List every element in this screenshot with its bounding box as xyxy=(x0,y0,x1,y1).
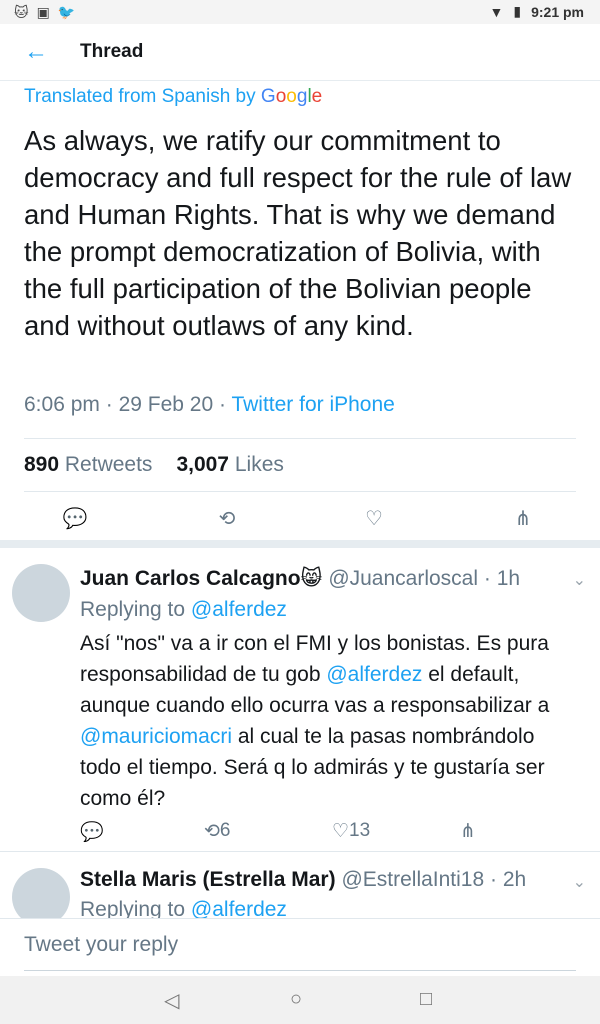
chevron-down-icon[interactable]: ⌄ xyxy=(573,570,586,590)
page-title: Thread xyxy=(80,41,144,62)
reply-composer[interactable]: Tweet your reply xyxy=(0,918,600,975)
tweet-text: As always, we ratify our commitment to d… xyxy=(24,125,572,341)
cat-icon: 🐱 xyxy=(14,4,29,20)
tweet-counts: 890 Retweets 3,007 Likes xyxy=(24,453,284,477)
reply-icon[interactable]: 💬 xyxy=(60,504,90,534)
twitter-icon: 🐦 xyxy=(57,4,76,20)
translated-label: Translated from Spanish by xyxy=(24,86,256,107)
retweets-count[interactable]: 890 Retweets xyxy=(24,453,152,477)
avatar[interactable] xyxy=(12,564,70,622)
like-button[interactable]: ♡ 13 xyxy=(332,820,370,843)
recents-nav-icon[interactable]: □ xyxy=(420,988,432,1011)
divider xyxy=(0,851,600,852)
reply-icon[interactable]: 💬 xyxy=(80,820,104,844)
divider xyxy=(24,438,576,439)
reply-text: Así "nos" va a ir con el FMI y los bonis… xyxy=(80,632,550,810)
chevron-down-icon[interactable]: ⌄ xyxy=(573,872,586,892)
tweet-actions: 💬 ⟲ ♡ ⋔ xyxy=(0,500,600,534)
reply-author[interactable]: Juan Carlos Calcagno😸 @Juancarloscal · 1… xyxy=(80,566,520,591)
system-nav-bar: ◁ ○ □ xyxy=(0,976,600,1024)
tweet-meta: 6:06 pm · 29 Feb 20 · Twitter for iPhone xyxy=(24,393,395,416)
translation-attribution[interactable]: Translated from Spanish by Google xyxy=(24,86,322,108)
divider xyxy=(24,491,576,492)
home-nav-icon[interactable]: ○ xyxy=(290,988,302,1011)
status-bar: 🐱 ▣ 🐦 ▼ ▮ 9:21 pm xyxy=(0,0,600,24)
likes-count[interactable]: 3,007 Likes xyxy=(176,453,283,477)
battery-icon: ▮ xyxy=(513,3,522,19)
tweet-source-link[interactable]: Twitter for iPhone xyxy=(231,393,394,416)
reply-actions: 💬 ⟲ 6 ♡ 13 ⋔ xyxy=(80,820,580,848)
tweet-date: 29 Feb 20 xyxy=(118,393,214,416)
share-icon[interactable]: ⋔ xyxy=(508,504,538,534)
retweet-button[interactable]: ⟲ 6 xyxy=(204,820,231,843)
app-bar: ← Thread xyxy=(0,24,600,81)
share-icon[interactable]: ⋔ xyxy=(460,820,476,843)
tweet-time: 6:06 pm xyxy=(24,393,100,416)
back-nav-icon[interactable]: ◁ xyxy=(164,988,179,1013)
wifi-icon: ▼ xyxy=(489,3,504,20)
mention-link[interactable]: @alferdez xyxy=(326,663,422,686)
replying-to: Replying to @alferdez xyxy=(80,598,287,621)
back-arrow-icon[interactable]: ← xyxy=(20,36,52,68)
status-icons: 🐱 ▣ 🐦 xyxy=(14,3,75,21)
image-icon: ▣ xyxy=(36,4,50,20)
google-logo: Google xyxy=(260,86,323,107)
reply-input[interactable]: Tweet your reply xyxy=(24,933,178,957)
mention-link[interactable]: @mauriciomacri xyxy=(80,725,232,748)
input-underline xyxy=(24,970,576,971)
like-icon[interactable]: ♡ xyxy=(359,504,389,534)
status-time: 9:21 pm xyxy=(531,3,584,20)
reply-author[interactable]: Stella Maris (Estrella Mar) @EstrellaInt… xyxy=(80,868,526,892)
retweet-icon[interactable]: ⟲ xyxy=(212,504,242,534)
section-divider xyxy=(0,540,600,548)
